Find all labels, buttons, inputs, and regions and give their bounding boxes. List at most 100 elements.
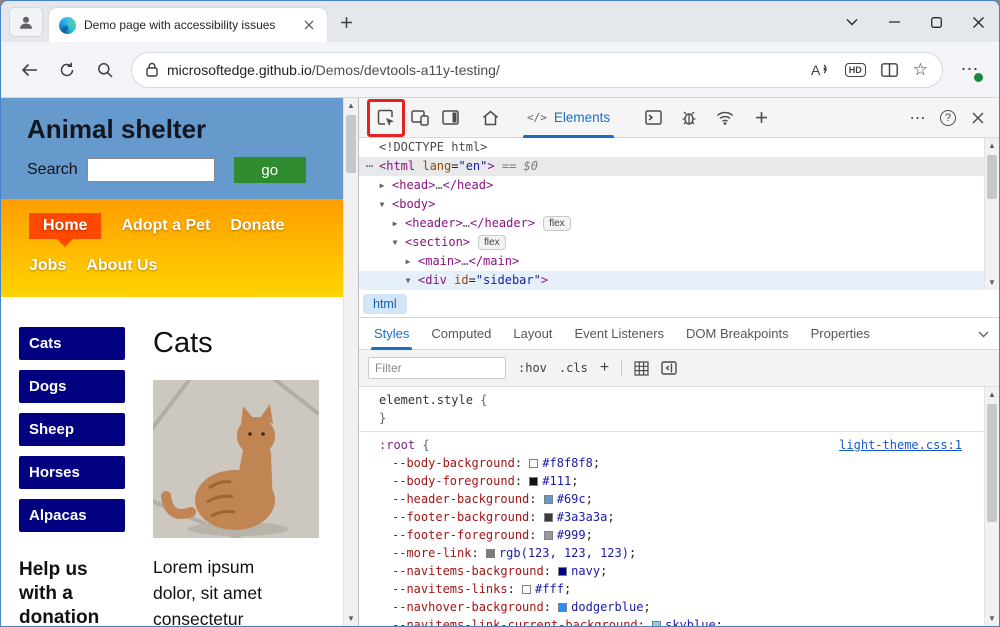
new-style-rule-button[interactable]: + [600,359,609,377]
tab-event-listeners[interactable]: Event Listeners [563,318,675,350]
go-button[interactable]: go [234,157,306,183]
color-swatch[interactable] [529,477,538,486]
device-emulation-button[interactable] [405,103,435,133]
expand-arrow-icon[interactable]: ▼ [401,271,415,290]
scroll-thumb[interactable] [987,155,997,199]
toggle-pseudo-state-button[interactable]: :hov [518,361,547,375]
read-aloud-icon[interactable]: A [811,62,830,77]
color-swatch[interactable] [558,603,567,612]
expand-arrow-icon[interactable]: ▶ [388,214,402,233]
nav-item-adopt[interactable]: Adopt a Pet [121,213,210,239]
styles-scrollbar[interactable]: ▲ ▼ [984,387,999,626]
scroll-thumb[interactable] [346,115,356,173]
minimize-button[interactable] [873,4,915,40]
close-window-button[interactable] [957,4,999,40]
color-swatch[interactable] [486,549,495,558]
sidebar-item-cats[interactable]: Cats [19,327,125,360]
code-line[interactable]: --body-background: #f8f8f8; [359,454,984,472]
tab-styles[interactable]: Styles [363,318,420,350]
url-text[interactable]: microsoftedge.github.io/Demos/devtools-a… [167,62,500,78]
flex-badge[interactable]: flex [478,235,506,250]
expand-arrow-icon[interactable]: ▶ [375,176,389,195]
maximize-button[interactable] [915,4,957,40]
toggle-sidebar-icon[interactable] [661,361,677,375]
scroll-thumb[interactable] [987,404,997,522]
code-line[interactable]: ▼<body> [359,195,984,214]
code-line[interactable]: --body-foreground: #111; [359,472,984,490]
code-line[interactable]: --navitems-links: #fff; [359,580,984,598]
code-line[interactable]: ▶<head>…</head> [359,176,984,195]
code-line[interactable]: --footer-background: #3a3a3a; [359,508,984,526]
console-panel-button[interactable] [638,103,668,133]
code-line[interactable]: --footer-foreground: #999; [359,526,984,544]
overflow-menu-icon[interactable]: ⋯ [362,157,376,176]
scroll-down-icon[interactable]: ▼ [988,275,996,290]
code-line[interactable]: :root {light-theme.css:1 [359,436,984,454]
code-line[interactable]: <!DOCTYPE html> [359,138,984,157]
tab-close-icon[interactable] [300,16,318,34]
dock-side-button[interactable] [435,103,465,133]
color-swatch[interactable] [522,585,531,594]
nav-item-home[interactable]: Home [29,213,101,239]
sidebar-item-dogs[interactable]: Dogs [19,370,125,403]
code-line[interactable]: element.style { [359,391,984,409]
grid-editor-icon[interactable] [634,361,649,376]
scroll-down-icon[interactable]: ▼ [347,611,355,626]
code-line[interactable]: --navhover-background: dodgerblue; [359,598,984,616]
new-tab-button[interactable] [333,9,359,35]
favorites-star-icon[interactable]: ☆ [913,61,928,78]
address-bar[interactable]: microsoftedge.github.io/Demos/devtools-a… [131,52,943,88]
expand-arrow-icon[interactable]: ▼ [375,195,389,214]
code-line[interactable]: --navitems-link-current-background: skyb… [359,616,984,626]
code-line[interactable]: --navitems-background: navy; [359,562,984,580]
dom-scrollbar[interactable]: ▲ ▼ [984,138,999,290]
tab-dom-breakpoints[interactable]: DOM Breakpoints [675,318,800,350]
stylesheet-link[interactable]: light-theme.css:1 [839,436,962,454]
back-button[interactable] [11,52,47,88]
code-line[interactable]: ⋯<html lang="en"> == $0 [359,157,984,176]
tab-layout[interactable]: Layout [502,318,563,350]
expand-arrow-icon[interactable]: ▼ [388,233,402,252]
nav-item-jobs[interactable]: Jobs [29,253,66,279]
tab-computed[interactable]: Computed [420,318,502,350]
code-line[interactable]: ▼<section>flex [359,233,984,252]
scroll-up-icon[interactable]: ▲ [988,387,996,402]
color-swatch[interactable] [558,567,567,576]
color-swatch[interactable] [544,531,553,540]
element-classes-button[interactable]: .cls [559,361,588,375]
scroll-up-icon[interactable]: ▲ [347,98,355,113]
search-input[interactable] [87,158,215,182]
network-panel-button[interactable] [710,103,740,133]
chevron-down-icon[interactable] [978,325,989,343]
code-line[interactable]: ▼<div id="sidebar"> [359,271,984,290]
issues-panel-button[interactable] [674,103,704,133]
tab-properties[interactable]: Properties [800,318,881,350]
styles-filter-input[interactable] [368,357,506,379]
flex-badge[interactable]: flex [543,216,571,231]
code-line[interactable]: ▶<main>…</main> [359,252,984,271]
devtools-help-button[interactable]: ? [933,103,963,133]
tab-actions-chevron-icon[interactable] [831,4,873,40]
color-swatch[interactable] [544,495,553,504]
sidebar-item-alpacas[interactable]: Alpacas [19,499,125,532]
devtools-more-button[interactable]: ⋯ [903,103,933,133]
welcome-home-button[interactable] [475,103,505,133]
refresh-button[interactable] [49,52,85,88]
sidebar-item-horses[interactable]: Horses [19,456,125,489]
profile-button[interactable] [9,7,43,37]
settings-more-button[interactable]: ⋯ [951,52,989,88]
color-swatch[interactable] [652,621,661,626]
tab-elements[interactable]: </> Elements [515,98,622,138]
code-line[interactable]: ▶<header>…</header>flex [359,214,984,233]
color-swatch[interactable] [544,513,553,522]
sidebar-item-sheep[interactable]: Sheep [19,413,125,446]
page-scrollbar[interactable]: ▲ ▼ [343,98,358,626]
color-swatch[interactable] [529,459,538,468]
code-line[interactable]: --header-background: #69c; [359,490,984,508]
nav-item-donate[interactable]: Donate [230,213,284,239]
breadcrumb-html[interactable]: html [363,294,407,314]
expand-arrow-icon[interactable]: ▶ [401,252,415,271]
code-line[interactable]: --more-link: rgb(123, 123, 123); [359,544,984,562]
nav-item-about[interactable]: About Us [86,253,157,279]
split-screen-icon[interactable] [881,63,898,77]
